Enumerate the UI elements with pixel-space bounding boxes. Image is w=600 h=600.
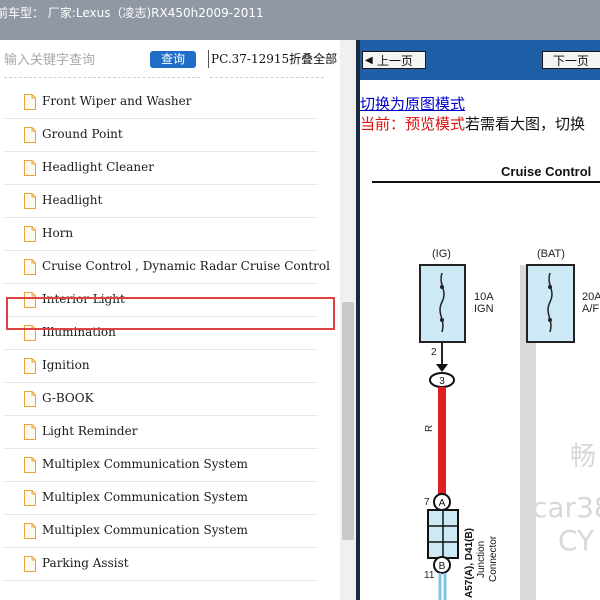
list-item[interactable]: Horn: [4, 218, 318, 251]
ig-label: (IG): [432, 248, 451, 260]
pin-7-label: 7: [424, 497, 430, 508]
document-icon: [24, 160, 36, 176]
connector-name-1: Junction: [476, 541, 487, 578]
list-item-label: Multiplex Communication System: [42, 457, 248, 471]
pin-2-label: 2: [431, 347, 437, 358]
next-page-label: 下一页: [553, 54, 590, 68]
fuse-bat-name: A/F: [582, 303, 599, 315]
watermark-1: 畅: [570, 442, 596, 472]
list-item[interactable]: Parking Assist: [4, 548, 318, 581]
document-icon: [24, 490, 36, 506]
document-icon: [24, 292, 36, 308]
list-item-label: Headlight Cleaner: [42, 160, 154, 174]
switch-original-mode-link[interactable]: 切换为原图模式: [360, 93, 465, 114]
next-page-button[interactable]: 下一页: [542, 51, 600, 69]
list-item-selected[interactable]: Cruise Control , Dynamic Radar Cruise Co…: [4, 251, 330, 284]
pin-11-label: 11: [424, 570, 435, 581]
list-item[interactable]: Interior Light: [4, 284, 318, 317]
list-item[interactable]: G-BOOK: [4, 383, 318, 416]
list-item-label: Horn: [42, 226, 74, 240]
watermark-3: CY: [558, 524, 595, 557]
fuse-ig-rating: 10A: [474, 291, 494, 303]
title-bar: 前车型： 厂家:Lexus（凌志)RX450h2009-2011: [0, 0, 600, 40]
prev-page-button[interactable]: ◀ 上一页: [362, 51, 426, 69]
list-item-label: Ignition: [42, 358, 90, 372]
list-item-label: Interior Light: [42, 292, 125, 306]
pin-b-label: B: [439, 561, 446, 572]
wiring-diagram: Cruise Control (IG) 10A IGN (BAT) 20A A/…: [372, 164, 600, 600]
pin-a-label: A: [439, 498, 446, 509]
collapse-all-link[interactable]: PC.37-12915折叠全部: [208, 50, 337, 68]
list-item-label: Ground Point: [42, 127, 123, 141]
topic-list: Front Wiper and Washer Ground Point Head…: [4, 86, 330, 581]
document-icon: [24, 424, 36, 440]
document-icon: [24, 457, 36, 473]
window-title: 前车型： 厂家:Lexus（凌志)RX450h2009-2011: [0, 6, 264, 20]
list-item-label: Front Wiper and Washer: [42, 94, 192, 108]
mode-hint-text: 若需看大图，切换: [465, 115, 586, 133]
document-icon: [24, 358, 36, 374]
scrollbar-thumb[interactable]: [342, 302, 354, 540]
diagram-title: Cruise Control: [501, 164, 591, 179]
list-item-label: Cruise Control , Dynamic Radar Cruise Co…: [42, 259, 330, 273]
connector-name-2: Connector: [488, 535, 499, 582]
list-item-label: Multiplex Communication System: [42, 490, 248, 504]
list-item[interactable]: Multiplex Communication System: [4, 449, 318, 482]
search-underline: [4, 77, 200, 78]
left-arrow-icon: ◀: [365, 55, 373, 66]
document-icon: [24, 127, 36, 143]
list-item[interactable]: Illumination: [4, 317, 318, 350]
list-item[interactable]: Multiplex Communication System: [4, 515, 318, 548]
document-icon: [24, 325, 36, 341]
search-bar: 查询 PC.37-12915折叠全部: [0, 40, 340, 80]
list-item-label: Multiplex Communication System: [42, 523, 248, 537]
current-mode-text: 当前：预览模式: [360, 115, 466, 133]
document-icon: [24, 391, 36, 407]
viewer-nav-bar: ◀ 上一页 下一页: [360, 40, 600, 80]
list-item[interactable]: Ignition: [4, 350, 318, 383]
fuse-bat-rating: 20A: [582, 291, 600, 303]
preview-mode-notice: 当前：预览模式若需看大图，切换: [360, 113, 585, 134]
document-icon: [24, 523, 36, 539]
list-item[interactable]: Headlight: [4, 185, 318, 218]
document-icon: [24, 94, 36, 110]
document-icon: [24, 259, 36, 275]
wire-color-label: R: [424, 425, 435, 432]
list-item[interactable]: Headlight Cleaner: [4, 152, 318, 185]
document-icon: [24, 226, 36, 242]
connector-code-label: A57(A), D41(B): [464, 528, 475, 598]
bat-label: (BAT): [537, 248, 565, 260]
prev-page-label: 上一页: [377, 54, 414, 68]
document-icon: [24, 556, 36, 572]
list-item[interactable]: Ground Point: [4, 119, 318, 152]
list-item[interactable]: Light Reminder: [4, 416, 318, 449]
list-item-label: Parking Assist: [42, 556, 129, 570]
fuse-ig-name: IGN: [474, 303, 494, 315]
viewer-panel: ◀ 上一页 下一页 切换为原图模式 当前：预览模式若需看大图，切换 Cruise…: [360, 40, 600, 600]
pin-3-label: 3: [439, 376, 445, 387]
list-item-label: Illumination: [42, 325, 116, 339]
document-icon: [24, 193, 36, 209]
list-item-label: Headlight: [42, 193, 103, 207]
list-item[interactable]: Front Wiper and Washer: [4, 86, 318, 119]
pc-underline: [210, 77, 324, 78]
list-item-label: G-BOOK: [42, 391, 94, 405]
list-item[interactable]: Multiplex Communication System: [4, 482, 318, 515]
query-button[interactable]: 查询: [150, 51, 196, 68]
search-input[interactable]: [0, 48, 148, 72]
arrow-down-icon: [436, 364, 448, 372]
watermark-2: car38: [532, 491, 600, 524]
list-item-label: Light Reminder: [42, 424, 138, 438]
left-panel: 查询 PC.37-12915折叠全部 Front Wiper and Washe…: [0, 40, 356, 600]
